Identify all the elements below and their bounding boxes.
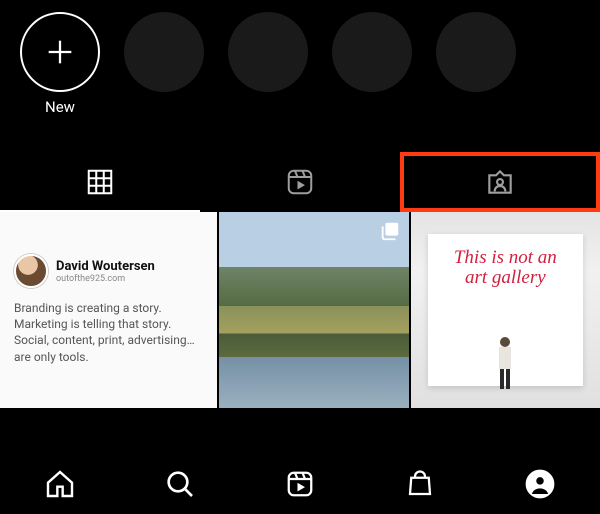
tagged-icon xyxy=(484,166,516,198)
profile-tabs xyxy=(0,152,600,212)
post-author-name: David Woutersen xyxy=(56,259,155,274)
canvas-text-line1: This is not an xyxy=(454,248,557,269)
search-icon xyxy=(164,468,196,500)
search-tab[interactable] xyxy=(160,464,200,504)
posts-grid-tab[interactable] xyxy=(0,152,200,212)
person-figure-icon xyxy=(491,334,519,394)
profile-icon xyxy=(525,469,555,499)
new-highlight-label: New xyxy=(45,98,75,116)
avatar xyxy=(14,254,48,288)
plus-icon xyxy=(43,35,77,69)
carousel-icon xyxy=(379,220,401,242)
post-thumbnail[interactable]: David Woutersen outofthe925.com Branding… xyxy=(0,212,217,408)
canvas-text-line2: art gallery xyxy=(465,268,546,289)
tagged-tab[interactable] xyxy=(400,152,600,212)
post-author-handle: outofthe925.com xyxy=(56,274,155,284)
reels-icon xyxy=(285,167,315,197)
profile-tab[interactable] xyxy=(520,464,560,504)
new-highlight-button[interactable]: New xyxy=(18,12,102,116)
highlight-placeholder[interactable] xyxy=(330,12,414,92)
highlight-placeholder[interactable] xyxy=(122,12,206,92)
grid-icon xyxy=(85,167,115,197)
reels-icon xyxy=(285,469,315,499)
reels-tab[interactable] xyxy=(200,152,400,212)
highlight-placeholder[interactable] xyxy=(434,12,518,92)
post-thumbnail[interactable]: This is not an art gallery xyxy=(411,212,600,408)
shop-tab[interactable] xyxy=(400,464,440,504)
bottom-nav xyxy=(0,454,600,514)
story-highlights-row: New xyxy=(0,0,600,122)
home-tab[interactable] xyxy=(40,464,80,504)
highlight-placeholder[interactable] xyxy=(226,12,310,92)
home-icon xyxy=(44,468,76,500)
post-thumbnail[interactable] xyxy=(219,212,408,408)
reels-tab-nav[interactable] xyxy=(280,464,320,504)
posts-grid: David Woutersen outofthe925.com Branding… xyxy=(0,212,600,408)
shop-icon xyxy=(405,469,435,499)
post-quote-body: Branding is creating a story. Marketing … xyxy=(14,300,203,365)
